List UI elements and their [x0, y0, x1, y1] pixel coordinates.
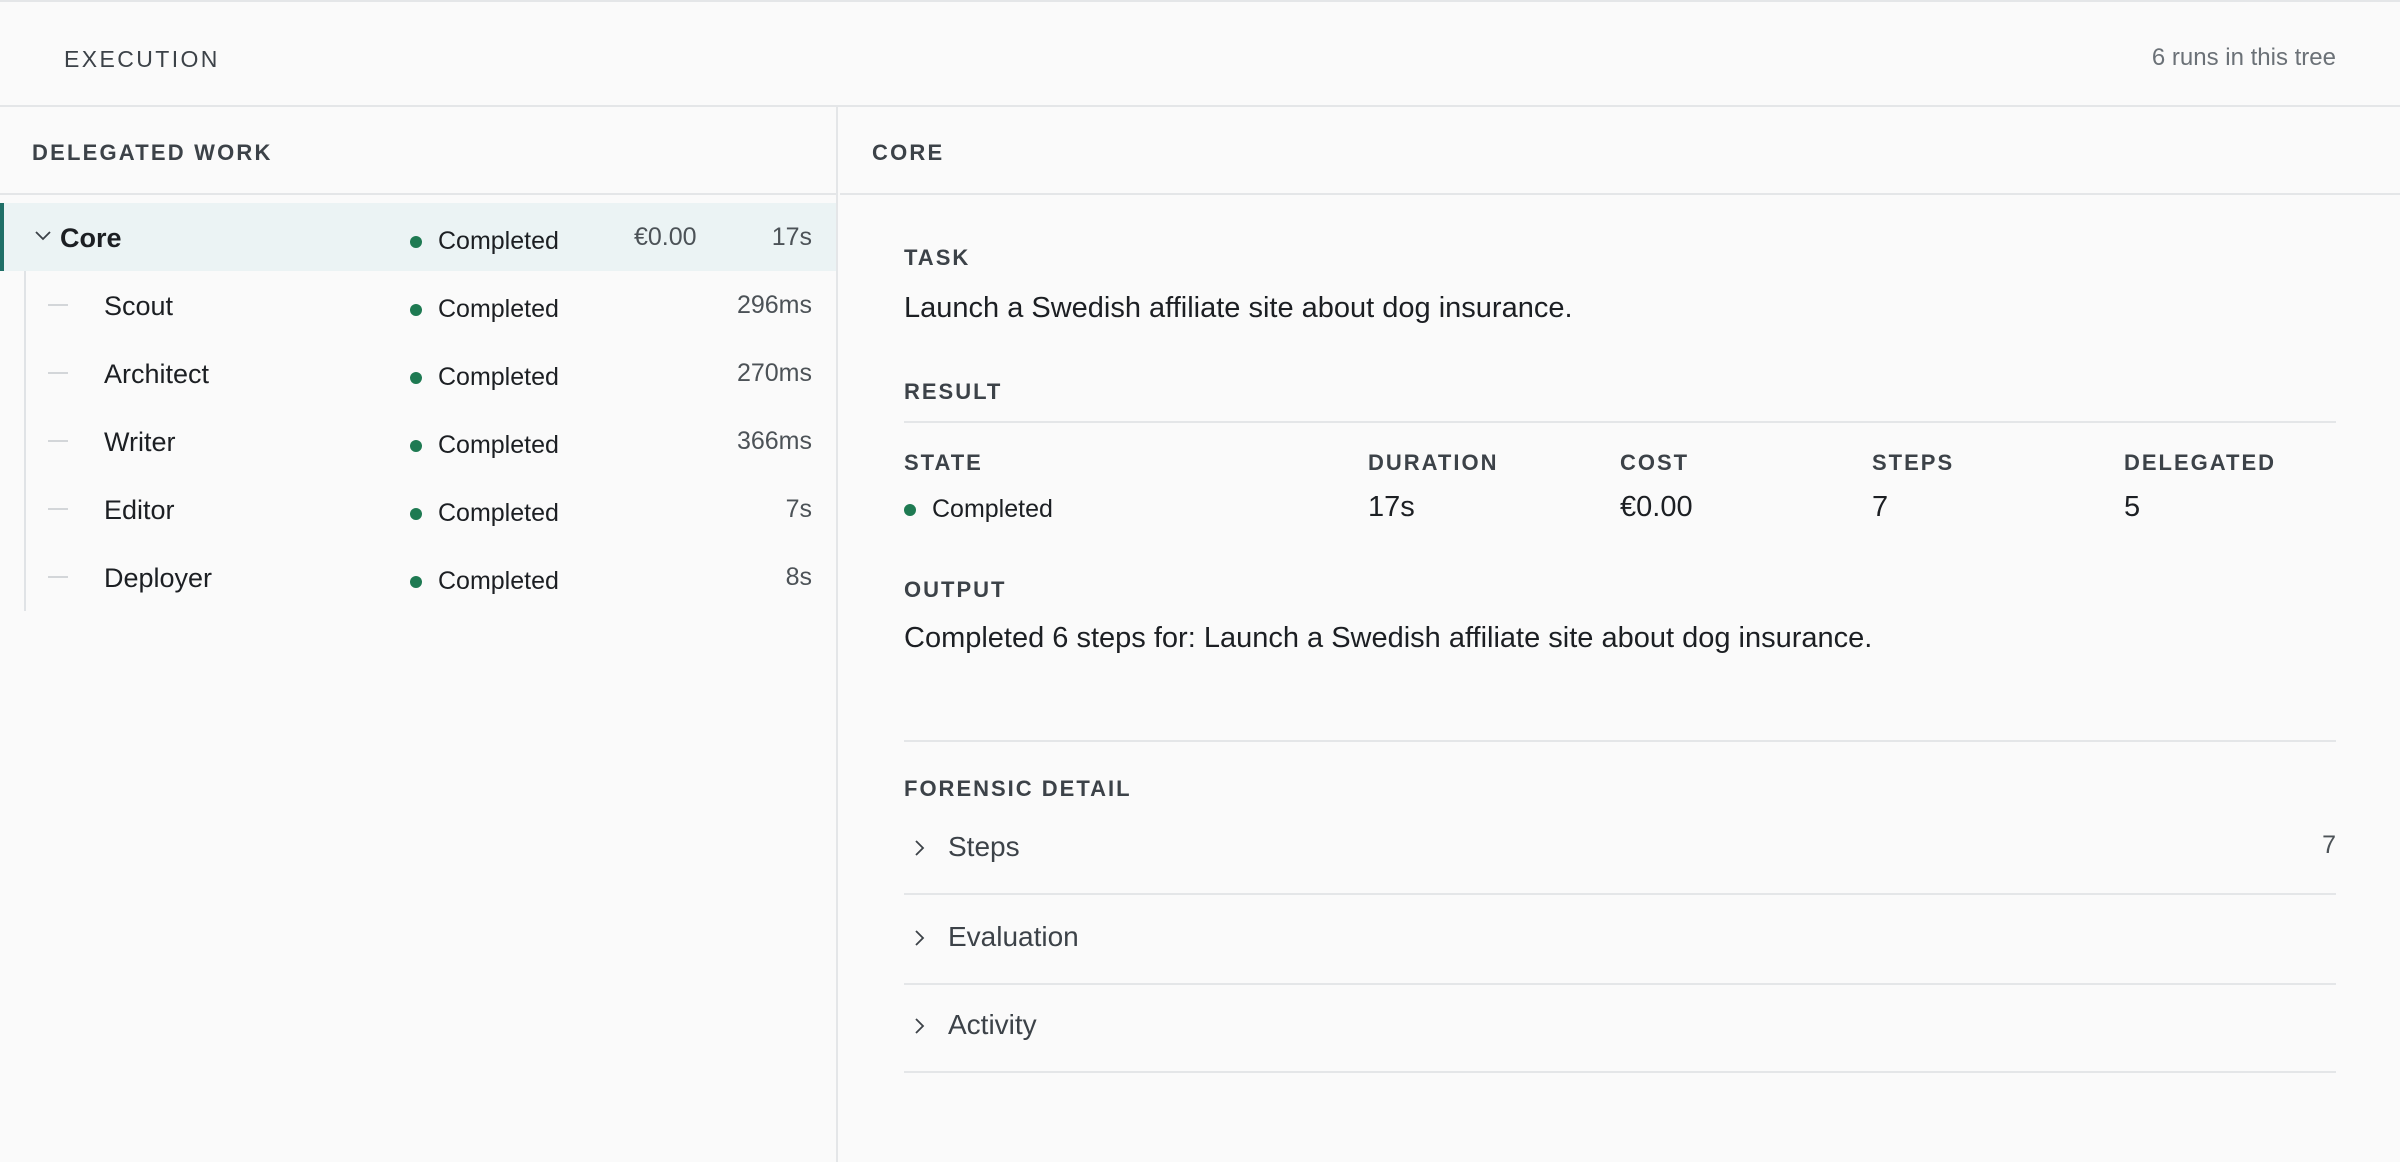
execution-header: EXECUTION 6 runs in this tree [0, 2, 2400, 107]
status: Completed [410, 363, 559, 392]
status: Completed [410, 431, 559, 460]
tree-row-writer[interactable]: Writer Completed 366ms [0, 407, 836, 475]
run-name: Writer [104, 427, 176, 457]
run-duration: 17s [771, 223, 812, 251]
status-label: Completed [438, 431, 559, 459]
run-cost: €0.00 [634, 223, 697, 251]
cost-value: €0.00 [1620, 491, 1693, 523]
duration-value: 17s [1368, 491, 1415, 523]
run-duration: 7s [785, 495, 812, 523]
status: Completed [410, 499, 559, 528]
output-label: OUTPUT [904, 577, 1007, 602]
run-duration: 270ms [736, 359, 812, 387]
steps-label: STEPS [1872, 450, 1955, 475]
run-detail-header: CORE [840, 107, 2400, 195]
result-label: RESULT [904, 379, 1003, 404]
status: Completed [410, 295, 559, 324]
steps-value: 7 [1872, 491, 1889, 523]
status-dot-icon [410, 439, 422, 452]
accordion-label: Activity [948, 1009, 1037, 1040]
task-text: Launch a Swedish affiliate site about do… [904, 292, 1573, 324]
tree-branch-icon [48, 508, 68, 510]
task-label: TASK [904, 245, 971, 270]
tree-branch-icon [48, 372, 68, 374]
state-value-text: Completed [932, 495, 1053, 523]
tree-branch-icon [48, 440, 68, 442]
tree-row-scout[interactable]: Scout Completed 296ms [0, 271, 836, 339]
forensic-label: FORENSIC DETAIL [904, 776, 1132, 801]
status-label: Completed [438, 363, 559, 391]
run-duration: 366ms [736, 427, 812, 455]
chevron-right-icon[interactable] [908, 837, 930, 859]
run-duration: 8s [785, 563, 812, 591]
state-value: Completed [904, 495, 1053, 524]
status-label: Completed [438, 499, 559, 527]
cost-label: COST [1620, 450, 1690, 475]
page-title: EXECUTION [64, 46, 220, 72]
forensic-divider [904, 740, 2336, 742]
chevron-down-icon[interactable] [32, 225, 54, 247]
run-name: Architect [104, 359, 210, 389]
accordion-evaluation[interactable]: Evaluation [904, 897, 2336, 985]
delegated-value: 5 [2124, 491, 2141, 523]
accordion-label: Evaluation [948, 921, 1079, 952]
runs-count: 6 runs in this tree [2151, 44, 2336, 71]
duration-label: DURATION [1368, 450, 1499, 475]
delegated-label: DELEGATED [2124, 450, 2277, 475]
status-label: Completed [438, 295, 559, 323]
status: Completed [410, 567, 559, 596]
tree-row-deployer[interactable]: Deployer Completed 8s [0, 543, 836, 611]
delegated-work-title: DELEGATED WORK [32, 140, 273, 165]
status-dot-icon [904, 503, 916, 516]
tree-branch-icon [48, 304, 68, 306]
delegated-work-pane: DELEGATED WORK Core Completed €0.00 17s … [0, 107, 838, 1162]
run-name: Scout [104, 291, 174, 321]
accordion-label: Steps [948, 831, 1020, 862]
tree-row-core[interactable]: Core Completed €0.00 17s [0, 203, 836, 271]
accordion-count: 7 [2322, 831, 2336, 859]
run-name: Deployer [104, 563, 213, 593]
run-duration: 296ms [736, 291, 812, 319]
run-name: Core [60, 223, 122, 253]
status-dot-icon [410, 371, 422, 384]
chevron-right-icon[interactable] [908, 1015, 930, 1037]
status-dot-icon [410, 303, 422, 316]
run-detail-pane: CORE TASK Launch a Swedish affiliate sit… [840, 107, 2400, 1162]
status-label: Completed [438, 227, 559, 255]
status-label: Completed [438, 567, 559, 595]
status-dot-icon [410, 507, 422, 520]
run-detail-title: CORE [872, 140, 945, 165]
status-dot-icon [410, 235, 422, 248]
tree-row-architect[interactable]: Architect Completed 270ms [0, 339, 836, 407]
output-text: Completed 6 steps for: Launch a Swedish … [904, 622, 1873, 654]
result-divider [904, 421, 2336, 423]
chevron-right-icon[interactable] [908, 927, 930, 949]
run-tree: Core Completed €0.00 17s Scout Completed… [0, 203, 838, 611]
accordion-steps[interactable]: Steps 7 [904, 807, 2336, 895]
status-dot-icon [410, 575, 422, 588]
run-name: Editor [104, 495, 175, 525]
delegated-work-header: DELEGATED WORK [0, 107, 836, 195]
tree-row-editor[interactable]: Editor Completed 7s [0, 475, 836, 543]
tree-branch-icon [48, 576, 68, 578]
accordion-activity[interactable]: Activity [904, 985, 2336, 1073]
status: Completed [410, 227, 559, 256]
state-label: STATE [904, 450, 983, 475]
